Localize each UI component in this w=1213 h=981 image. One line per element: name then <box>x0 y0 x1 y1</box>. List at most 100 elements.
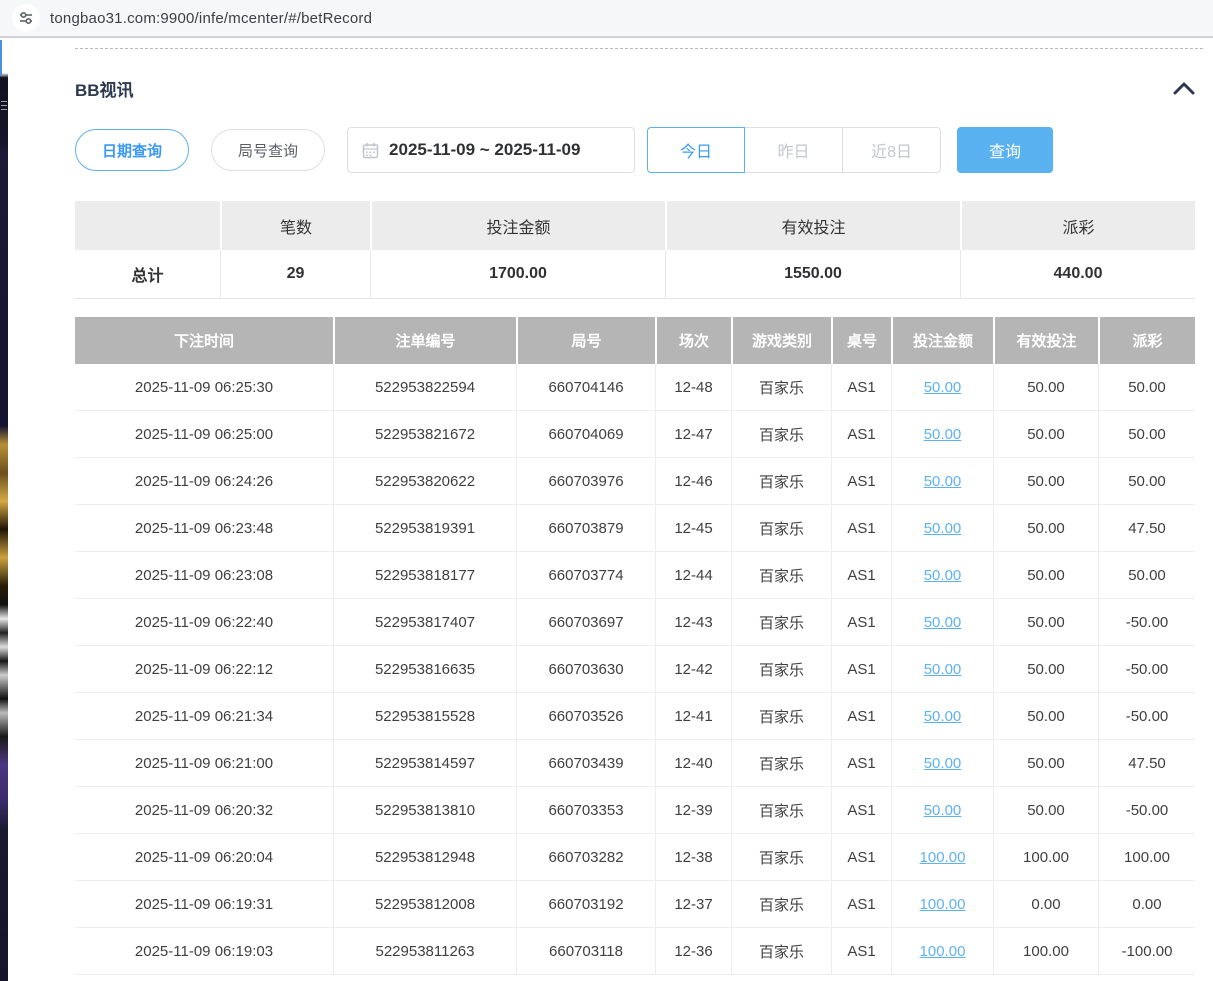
cell-game: 百家乐 <box>731 364 831 411</box>
cell-valid_bet: 50.00 <box>993 787 1098 834</box>
cell-payout: 47.50 <box>1098 505 1195 552</box>
cell-bet_amount: 50.00 <box>891 740 993 787</box>
summary-header-cell: 有效投注 <box>665 201 960 250</box>
cell-round: 660703353 <box>516 787 655 834</box>
cell-payout: -50.00 <box>1098 646 1195 693</box>
collapse-button[interactable] <box>1173 81 1195 95</box>
cell-valid_bet: 50.00 <box>993 364 1098 411</box>
cell-bet_amount: 50.00 <box>891 458 993 505</box>
cell-bet_id: 522953818177 <box>333 552 516 599</box>
table-row: 2025-11-09 06:22:12522953816635660703630… <box>75 646 1195 693</box>
cell-round: 660703192 <box>516 881 655 928</box>
cell-time: 2025-11-09 06:23:48 <box>75 505 333 552</box>
bet-records-table: 下注时间注单编号局号场次游戏类别桌号投注金额有效投注派彩 2025-11-09 … <box>75 317 1195 975</box>
cell-bet_id: 522953811263 <box>333 928 516 975</box>
cell-payout: 0.00 <box>1098 881 1195 928</box>
column-header-round: 局号 <box>516 317 655 364</box>
cell-round: 660703879 <box>516 505 655 552</box>
cell-valid_bet: 50.00 <box>993 458 1098 505</box>
tune-icon <box>18 10 34 26</box>
bet-amount-link[interactable]: 50.00 <box>924 755 962 772</box>
yesterday-button[interactable]: 昨日 <box>745 127 843 173</box>
cell-bet_id: 522953815528 <box>333 693 516 740</box>
summary-total-value: 440.00 <box>960 250 1195 298</box>
cell-bet_amount: 50.00 <box>891 505 993 552</box>
bet-amount-link[interactable]: 50.00 <box>924 567 962 584</box>
cell-round: 660704069 <box>516 411 655 458</box>
table-row: 2025-11-09 06:20:32522953813810660703353… <box>75 787 1195 834</box>
bet-amount-link[interactable]: 50.00 <box>924 802 962 819</box>
cell-valid_bet: 0.00 <box>993 881 1098 928</box>
table-row: 2025-11-09 06:20:04522953812948660703282… <box>75 834 1195 881</box>
cell-bet_amount: 50.00 <box>891 552 993 599</box>
cell-valid_bet: 50.00 <box>993 693 1098 740</box>
cell-bet_id: 522953812948 <box>333 834 516 881</box>
cell-payout: -50.00 <box>1098 787 1195 834</box>
last-8-days-button[interactable]: 近8日 <box>843 127 941 173</box>
bet-amount-link[interactable]: 50.00 <box>924 426 962 443</box>
table-row: 2025-11-09 06:21:34522953815528660703526… <box>75 693 1195 740</box>
cell-time: 2025-11-09 06:22:40 <box>75 599 333 646</box>
bet-amount-link[interactable]: 50.00 <box>924 520 962 537</box>
cell-round: 660703118 <box>516 928 655 975</box>
cell-session: 12-36 <box>655 928 731 975</box>
cell-game: 百家乐 <box>731 928 831 975</box>
cell-round: 660703282 <box>516 834 655 881</box>
cell-payout: -50.00 <box>1098 693 1195 740</box>
cell-session: 12-43 <box>655 599 731 646</box>
cell-bet_amount: 50.00 <box>891 364 993 411</box>
round-query-tab[interactable]: 局号查询 <box>211 129 325 171</box>
date-query-tab[interactable]: 日期查询 <box>75 129 189 171</box>
cell-session: 12-47 <box>655 411 731 458</box>
summary-header-cell: 投注金额 <box>370 201 665 250</box>
cell-bet_amount: 50.00 <box>891 599 993 646</box>
cell-session: 12-45 <box>655 505 731 552</box>
cell-bet_id: 522953812008 <box>333 881 516 928</box>
summary-total-row: 总计291700.001550.00440.00 <box>75 250 1195 298</box>
cell-bet_id: 522953821672 <box>333 411 516 458</box>
cell-game: 百家乐 <box>731 881 831 928</box>
today-button[interactable]: 今日 <box>647 127 745 173</box>
cell-valid_bet: 50.00 <box>993 552 1098 599</box>
cell-valid_bet: 50.00 <box>993 646 1098 693</box>
table-row: 2025-11-09 06:25:30522953822594660704146… <box>75 364 1195 411</box>
cell-round: 660703976 <box>516 458 655 505</box>
cell-round: 660703439 <box>516 740 655 787</box>
browser-url-bar[interactable]: tongbao31.com:9900/infe/mcenter/#/betRec… <box>0 0 1213 38</box>
cell-time: 2025-11-09 06:21:00 <box>75 740 333 787</box>
bet-amount-link[interactable]: 100.00 <box>920 849 966 866</box>
bet-amount-link[interactable]: 50.00 <box>924 614 962 631</box>
site-settings-button[interactable] <box>12 4 40 32</box>
bet-amount-link[interactable]: 50.00 <box>924 661 962 678</box>
summary-total-value: 1550.00 <box>665 250 960 298</box>
date-range-picker[interactable]: 2025-11-09 ~ 2025-11-09 <box>347 127 635 173</box>
cell-session: 12-40 <box>655 740 731 787</box>
cell-session: 12-39 <box>655 787 731 834</box>
column-header-time: 下注时间 <box>75 317 333 364</box>
cell-time: 2025-11-09 06:25:00 <box>75 411 333 458</box>
cell-time: 2025-11-09 06:20:04 <box>75 834 333 881</box>
date-range-value: 2025-11-09 ~ 2025-11-09 <box>389 140 580 160</box>
cell-payout: 50.00 <box>1098 458 1195 505</box>
cell-session: 12-42 <box>655 646 731 693</box>
dashed-separator <box>75 48 1203 49</box>
bet-amount-link[interactable]: 100.00 <box>920 896 966 913</box>
cell-bet_amount: 50.00 <box>891 411 993 458</box>
bet-amount-link[interactable]: 50.00 <box>924 708 962 725</box>
search-button[interactable]: 查询 <box>957 127 1053 173</box>
url-text[interactable]: tongbao31.com:9900/infe/mcenter/#/betRec… <box>50 10 372 27</box>
bet-amount-link[interactable]: 100.00 <box>920 943 966 960</box>
bet-record-panel: BB视讯 日期查询 局号查询 <box>8 40 1213 981</box>
cell-round: 660703630 <box>516 646 655 693</box>
bet-amount-link[interactable]: 50.00 <box>924 379 962 396</box>
column-header-session: 场次 <box>655 317 731 364</box>
cell-game: 百家乐 <box>731 834 831 881</box>
cell-table: AS1 <box>831 740 891 787</box>
column-header-valid_bet: 有效投注 <box>993 317 1098 364</box>
cell-session: 12-46 <box>655 458 731 505</box>
cell-table: AS1 <box>831 646 891 693</box>
cell-payout: 50.00 <box>1098 552 1195 599</box>
cell-session: 12-37 <box>655 881 731 928</box>
background-page-strip <box>0 40 8 981</box>
bet-amount-link[interactable]: 50.00 <box>924 473 962 490</box>
